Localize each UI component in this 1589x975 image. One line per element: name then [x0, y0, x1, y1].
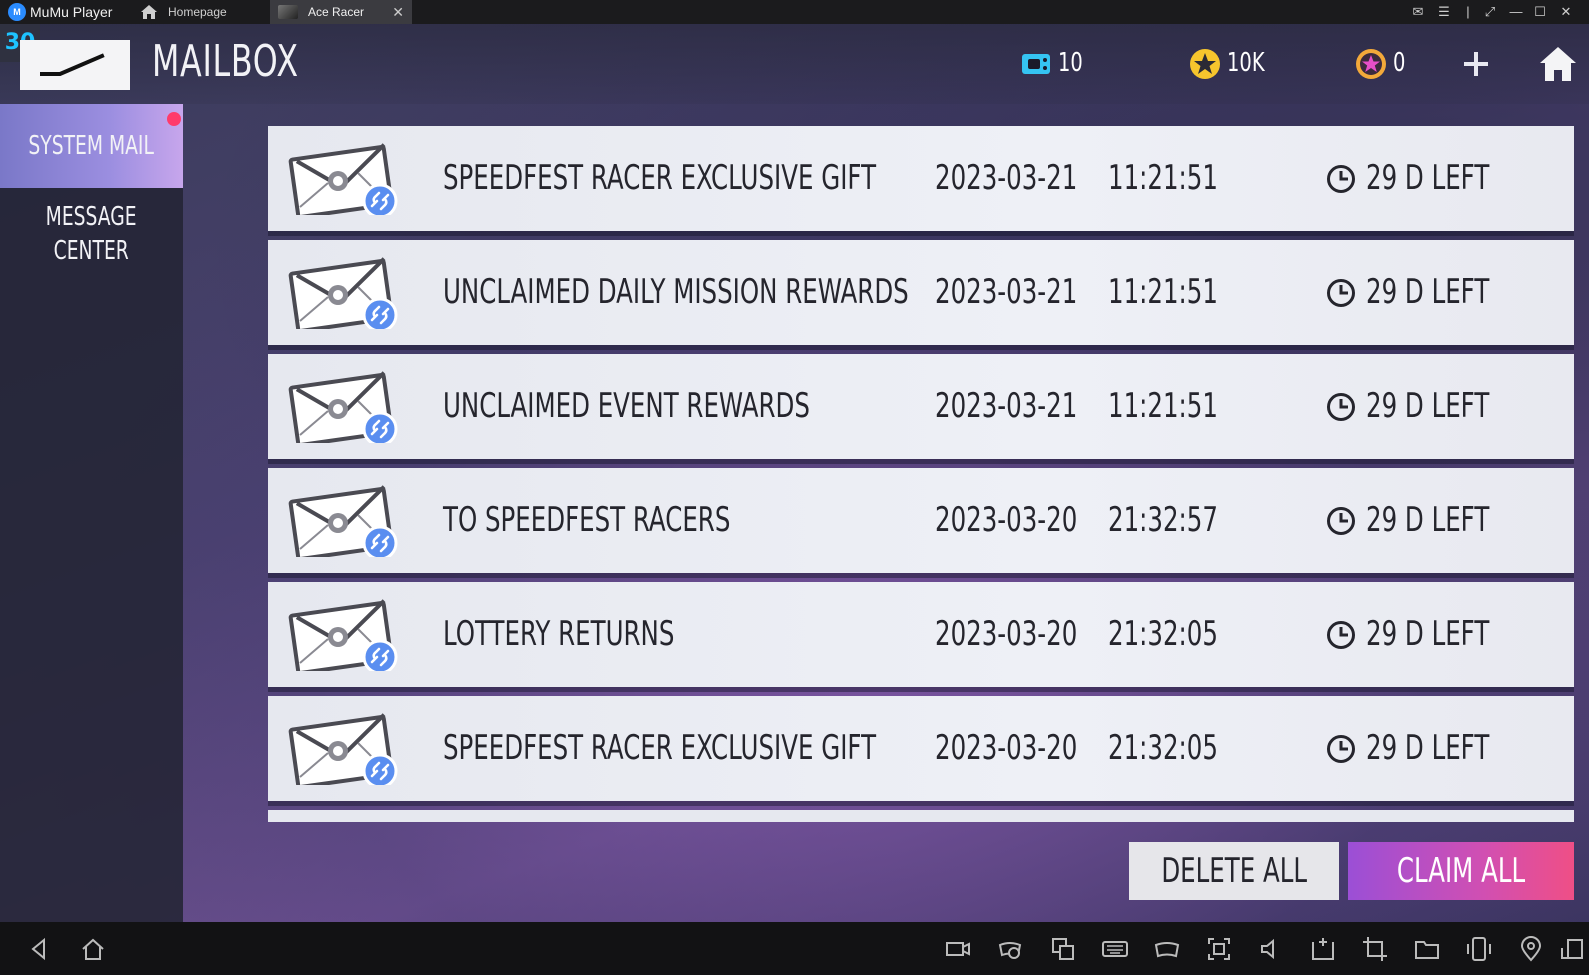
mail-envelope-icon [288, 371, 398, 443]
mail-date: 2023-03-20 [935, 500, 1078, 540]
page-title: MAILBOX [152, 36, 299, 87]
claim-all-button[interactable]: CLAIM ALL [1348, 842, 1574, 900]
mail-envelope-icon [288, 485, 398, 557]
close-window-icon[interactable]: ✕ [1556, 0, 1576, 24]
back-icon[interactable] [26, 936, 52, 962]
location-icon[interactable] [1518, 936, 1544, 962]
volume-icon[interactable] [1258, 936, 1284, 962]
screenshot-icon[interactable] [1206, 936, 1232, 962]
mail-envelope-icon [288, 257, 398, 329]
mail-row-partial [268, 810, 1574, 822]
tab-system-mail[interactable]: SYSTEM MAIL [0, 104, 183, 188]
record-video-icon[interactable] [945, 936, 971, 962]
tab-ace-racer[interactable]: Ace Racer ✕ [270, 0, 412, 24]
mail-sidebar: SYSTEM MAIL MESSAGE CENTER [0, 104, 183, 922]
mail-expiry: 29 D LEFT [1366, 614, 1490, 654]
back-button[interactable] [20, 40, 130, 90]
rotate-icon[interactable] [1560, 936, 1586, 962]
gold-star-coin-icon [1190, 49, 1220, 79]
mail-expiry: 29 D LEFT [1366, 272, 1490, 312]
gamepad-settings-icon[interactable] [1154, 936, 1180, 962]
mail-title: UNCLAIMED EVENT REWARDS [443, 386, 810, 426]
fullscreen-icon[interactable]: ⤢ [1480, 0, 1500, 24]
claim-all-label: CLAIM ALL [1396, 851, 1526, 891]
mail-time: 21:32:05 [1108, 614, 1218, 654]
mail-date: 2023-03-20 [935, 728, 1078, 768]
mail-title: SPEEDFEST RACER EXCLUSIVE GIFT [443, 728, 877, 768]
mail-expiry: 29 D LEFT [1366, 728, 1490, 768]
mail-time: 11:21:51 [1108, 386, 1218, 426]
add-currency-button[interactable] [1458, 46, 1494, 82]
tab-system-mail-label: SYSTEM MAIL [28, 131, 155, 161]
tab-message-center[interactable]: MESSAGE CENTER [0, 200, 183, 280]
clock-icon [1327, 507, 1355, 535]
mail-time: 11:21:51 [1108, 272, 1218, 312]
mail-time: 11:21:51 [1108, 158, 1218, 198]
mail-row[interactable]: LOTTERY RETURNS 2023-03-20 21:32:05 29 D… [268, 582, 1574, 687]
ace-racer-thumbnail-icon [278, 5, 298, 19]
tab-label: Ace Racer [308, 5, 365, 19]
mail-envelope-icon [288, 599, 398, 671]
close-tab-icon[interactable]: ✕ [392, 0, 404, 24]
clock-icon [1327, 279, 1355, 307]
menu-icon[interactable]: ☰ [1434, 0, 1454, 24]
mail-row[interactable]: SPEEDFEST RACER EXCLUSIVE GIFT 2023-03-2… [268, 126, 1574, 231]
gamepad-play-icon[interactable] [997, 936, 1023, 962]
mail-expiry: 29 D LEFT [1366, 158, 1490, 198]
currency-gold-value: 10K [1227, 48, 1265, 78]
notification-dot [167, 112, 181, 126]
clock-icon [1327, 393, 1355, 421]
mail-row[interactable]: UNCLAIMED DAILY MISSION REWARDS 2023-03-… [268, 240, 1574, 345]
mail-title: TO SPEEDFEST RACERS [443, 500, 731, 540]
maximize-icon[interactable]: ☐ [1530, 0, 1550, 24]
clock-icon [1327, 165, 1355, 193]
mail-icon[interactable]: ✉ [1408, 0, 1428, 24]
mail-date: 2023-03-21 [935, 386, 1078, 426]
mail-time: 21:32:05 [1108, 728, 1218, 768]
mail-row[interactable]: UNCLAIMED EVENT REWARDS 2023-03-21 11:21… [268, 354, 1574, 459]
energy-ticket-icon [1022, 54, 1050, 74]
currency-gem-value: 0 [1393, 48, 1406, 78]
mail-title: LOTTERY RETURNS [443, 614, 675, 654]
home-button[interactable] [1538, 44, 1578, 84]
mail-expiry: 29 D LEFT [1366, 500, 1490, 540]
mail-date: 2023-03-21 [935, 272, 1078, 312]
mail-expiry: 29 D LEFT [1366, 386, 1490, 426]
homepage-tab[interactable]: Homepage [168, 0, 227, 24]
tab-message-center-label-line2: CENTER [53, 236, 130, 266]
gem-coin-icon [1356, 49, 1386, 79]
back-arrow-icon [40, 53, 105, 76]
mail-row[interactable]: SPEEDFEST RACER EXCLUSIVE GIFT 2023-03-2… [268, 696, 1574, 801]
delete-all-label: DELETE ALL [1161, 851, 1307, 891]
homepage-icon[interactable] [140, 4, 158, 20]
mail-title: UNCLAIMED DAILY MISSION REWARDS [443, 272, 909, 312]
emulator-toolbar [0, 922, 1589, 975]
game-screen: 30 MAILBOX 10 10K 0 [0, 24, 1589, 922]
apk-install-icon[interactable] [1310, 936, 1336, 962]
multi-window-icon[interactable] [1050, 936, 1076, 962]
folder-icon[interactable] [1414, 936, 1440, 962]
mail-time: 21:32:57 [1108, 500, 1218, 540]
tab-message-center-label-line1: MESSAGE [46, 202, 137, 232]
clock-icon [1327, 621, 1355, 649]
mail-date: 2023-03-21 [935, 158, 1078, 198]
delete-all-button[interactable]: DELETE ALL [1129, 842, 1339, 900]
currency-energy-value: 10 [1058, 48, 1083, 78]
app-name: MuMu Player [30, 4, 113, 20]
crop-icon[interactable] [1362, 936, 1388, 962]
home-icon[interactable] [80, 936, 106, 962]
mumu-logo-icon: M [8, 3, 26, 21]
clock-icon [1327, 735, 1355, 763]
mail-envelope-icon [288, 713, 398, 785]
mail-date: 2023-03-20 [935, 614, 1078, 654]
emulator-title-bar: M MuMu Player Homepage Ace Racer ✕ ✉ ☰ |… [0, 0, 1589, 24]
mail-title: SPEEDFEST RACER EXCLUSIVE GIFT [443, 158, 877, 198]
minimize-icon[interactable]: — [1506, 0, 1526, 24]
mail-row[interactable]: TO SPEEDFEST RACERS 2023-03-20 21:32:57 … [268, 468, 1574, 573]
keyboard-icon[interactable] [1102, 936, 1128, 962]
shake-icon[interactable] [1466, 936, 1492, 962]
separator: | [1466, 4, 1470, 19]
mail-envelope-icon [288, 143, 398, 215]
